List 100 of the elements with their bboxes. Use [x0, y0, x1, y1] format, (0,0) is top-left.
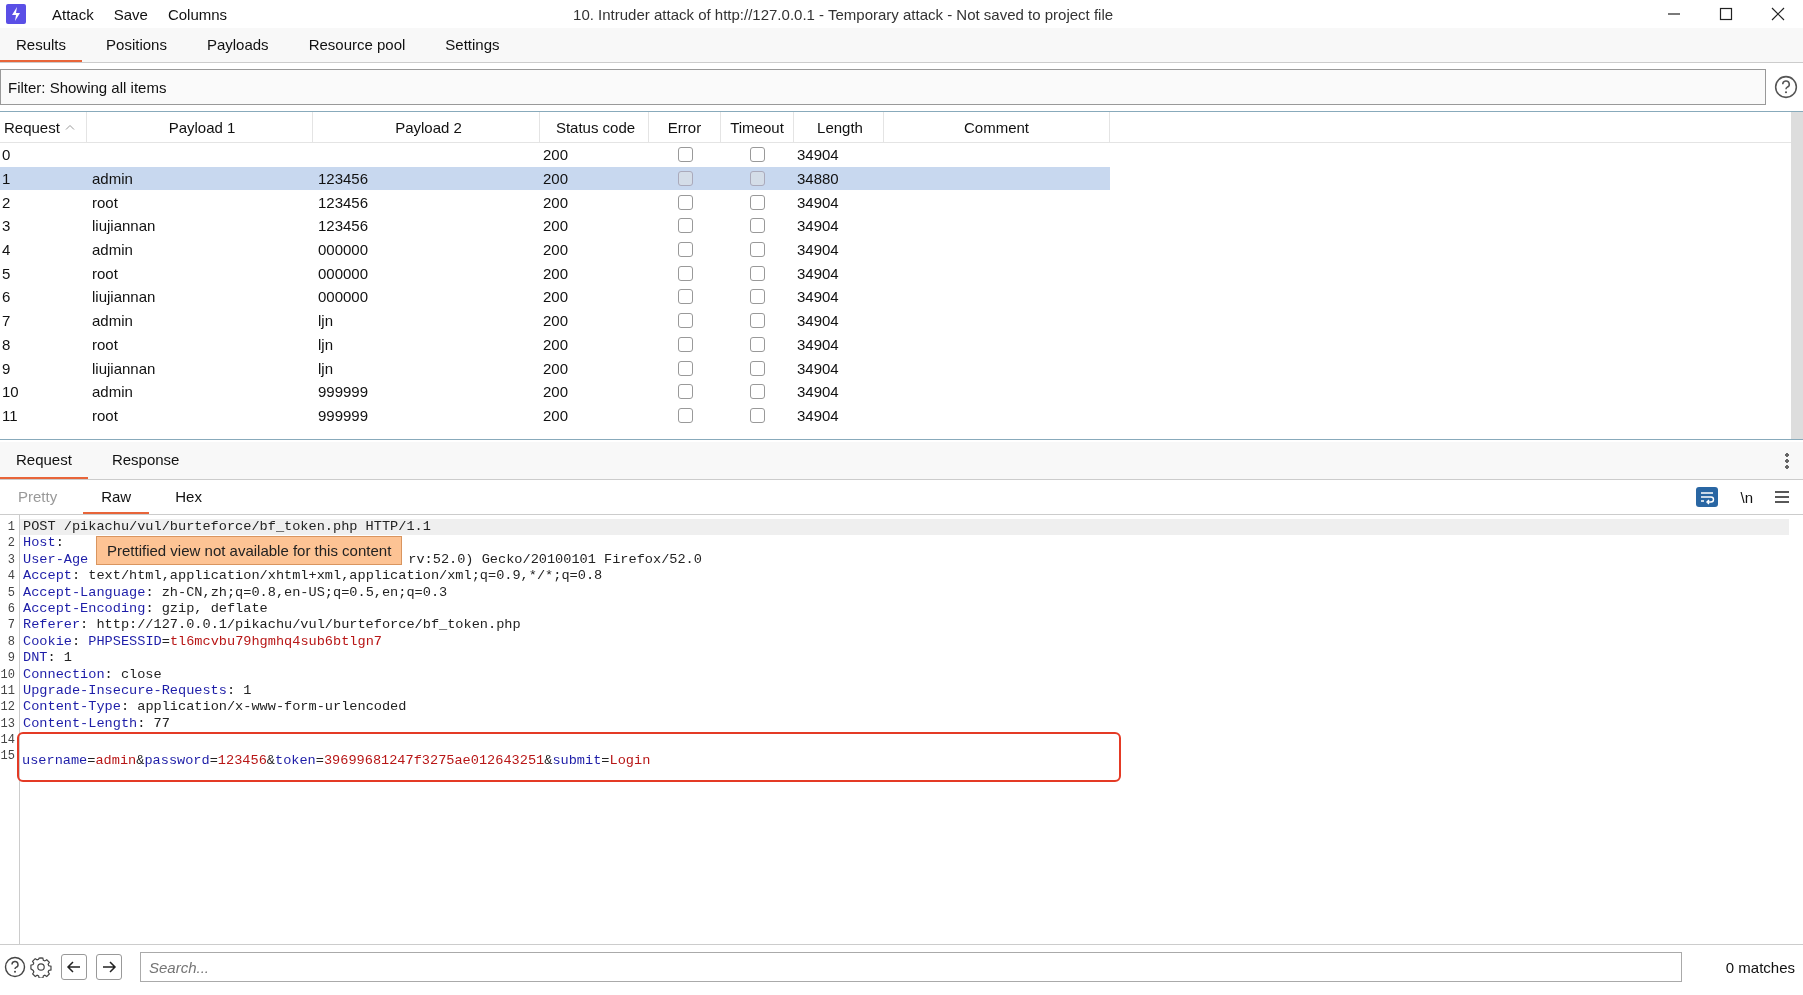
- table-row[interactable]: 2 root 123456 200 34904: [0, 190, 1791, 215]
- code-text: =: [87, 753, 96, 770]
- column-header[interactable]: Status code: [540, 112, 649, 142]
- column-header[interactable]: Payload 2: [313, 112, 540, 142]
- code-text: admin: [95, 753, 137, 770]
- table-cell: admin: [92, 170, 133, 188]
- forward-button[interactable]: [96, 954, 122, 980]
- newline-toggle[interactable]: \n: [1740, 488, 1753, 506]
- table-row[interactable]: 11 root 999999 200 34904: [0, 403, 1791, 428]
- settings-icon[interactable]: [30, 956, 52, 978]
- table-cell: 10: [2, 383, 19, 401]
- table-cell: 4: [2, 241, 11, 259]
- table-cell: 3: [2, 217, 11, 235]
- code-text: =: [601, 753, 610, 770]
- menu-item[interactable]: Attack: [52, 5, 94, 23]
- table-cell: 11: [2, 406, 18, 424]
- code-text: :: [55, 535, 64, 552]
- more-options-icon[interactable]: [1785, 451, 1789, 470]
- table-row[interactable]: 9 liujiannan ljn 200 34904: [0, 356, 1791, 380]
- table-cell: 1: [2, 170, 11, 188]
- line-number: 5: [6, 584, 16, 601]
- table-cell: 123456: [318, 193, 369, 211]
- table-cell: 999999: [318, 383, 369, 401]
- code-text: POST /pikachu/vul/burteforce/bf_token.php HTTP/1.1: [23, 519, 431, 536]
- code-text: =: [161, 633, 170, 651]
- tab[interactable]: Results: [0, 28, 83, 62]
- table-row[interactable]: 3 liujiannan 123456 200 34904: [0, 214, 1791, 238]
- code-text: =: [315, 753, 324, 770]
- code-text: PHPSESSID: [88, 633, 162, 651]
- menu-item[interactable]: Save: [113, 5, 148, 23]
- tab[interactable]: Resource pool: [292, 28, 422, 62]
- table-row[interactable]: 8 root ljn 200 34904: [0, 332, 1791, 357]
- line-number: 12: [0, 699, 16, 716]
- table-row[interactable]: 6 liujiannan 000000 200 34904: [0, 285, 1791, 309]
- match-count: 0 matches: [1724, 958, 1796, 976]
- column-header[interactable]: Request: [0, 112, 87, 142]
- code-text: Upgrade-Insecure-Requests: [23, 682, 227, 700]
- table-cell: 34904: [797, 264, 839, 282]
- wrap-icon[interactable]: [1696, 487, 1719, 507]
- search-field[interactable]: Search...: [140, 952, 1682, 982]
- code-text: Content-Length: [23, 715, 138, 733]
- tab[interactable]: Raw: [83, 480, 150, 514]
- table-row[interactable]: 1 admin 123456 200 34880: [0, 166, 1110, 191]
- line-number: 11: [0, 682, 16, 700]
- code-text: Host: [23, 535, 56, 552]
- line-number: 2: [6, 535, 16, 552]
- tab[interactable]: Response: [95, 442, 196, 479]
- column-header[interactable]: Length: [794, 112, 884, 142]
- tab[interactable]: Settings: [429, 28, 516, 62]
- column-header[interactable]: Payload 1: [87, 112, 313, 142]
- table-cell: 200: [543, 193, 569, 211]
- close-icon[interactable]: [1771, 7, 1785, 21]
- back-button[interactable]: [61, 954, 87, 980]
- code-text: Referer: [23, 617, 81, 634]
- table-cell: ljn: [318, 312, 333, 330]
- table-cell: ljn: [318, 359, 333, 377]
- table-cell: 34904: [797, 146, 839, 164]
- code-text: Accept: [23, 568, 72, 585]
- code-text: :: [71, 633, 82, 651]
- table-row[interactable]: 10 admin 999999 200 34904: [0, 379, 1791, 404]
- menu-item[interactable]: Columns: [167, 5, 228, 23]
- code-text: Accept-Encoding: [23, 600, 146, 618]
- table-cell: 200: [543, 335, 569, 353]
- table-cell: 34904: [797, 335, 839, 353]
- right-arrow-icon: [101, 959, 117, 975]
- table-cell: 123456: [318, 170, 369, 188]
- table-cell: 34904: [797, 288, 839, 306]
- tab[interactable]: Positions: [90, 28, 183, 62]
- line-number: 13: [0, 715, 16, 733]
- code-text: : 1: [47, 650, 72, 667]
- table-cell: 34904: [797, 406, 839, 424]
- column-header[interactable]: Timeout: [721, 112, 794, 142]
- table-row[interactable]: 4 admin 000000 200 34904: [0, 237, 1791, 262]
- code-text: : gzip, deflate: [145, 600, 268, 618]
- table-cell: 200: [543, 170, 569, 188]
- table-cell: 2: [2, 193, 11, 211]
- table-row[interactable]: 0 200 34904: [0, 143, 1791, 167]
- window-title: 10. Intruder attack of http://127.0.0.1 - Temporary attack - Not saved to project file: [573, 5, 1114, 23]
- help-icon[interactable]: [4, 956, 26, 978]
- sort-ascending-icon: [64, 124, 75, 130]
- table-row[interactable]: 7 admin ljn 200 34904: [0, 308, 1791, 333]
- table-cell: root: [92, 406, 118, 424]
- code-text: username: [22, 753, 88, 770]
- code-text: rv:52.0) Gecko/20100101 Firefox/52.0: [408, 551, 702, 569]
- table-row[interactable]: 5 root 000000 200 34904: [0, 261, 1791, 286]
- line-number: 3: [6, 551, 16, 569]
- maximize-icon[interactable]: [1719, 7, 1733, 21]
- tab[interactable]: Request: [0, 442, 88, 479]
- left-arrow-icon: [66, 959, 82, 975]
- column-header[interactable]: Comment: [884, 112, 1110, 142]
- table-cell: 200: [543, 217, 569, 235]
- table-cell: admin: [92, 241, 133, 259]
- tab[interactable]: Payloads: [190, 28, 285, 62]
- scrollbar[interactable]: [1791, 112, 1803, 439]
- filter-bar[interactable]: Filter: Showing all items: [0, 69, 1766, 105]
- tab[interactable]: Hex: [157, 480, 220, 514]
- menu-icon[interactable]: [1775, 491, 1789, 503]
- table-cell: 000000: [318, 288, 369, 306]
- column-header[interactable]: Error: [649, 112, 721, 142]
- help-icon[interactable]: [1774, 75, 1798, 99]
